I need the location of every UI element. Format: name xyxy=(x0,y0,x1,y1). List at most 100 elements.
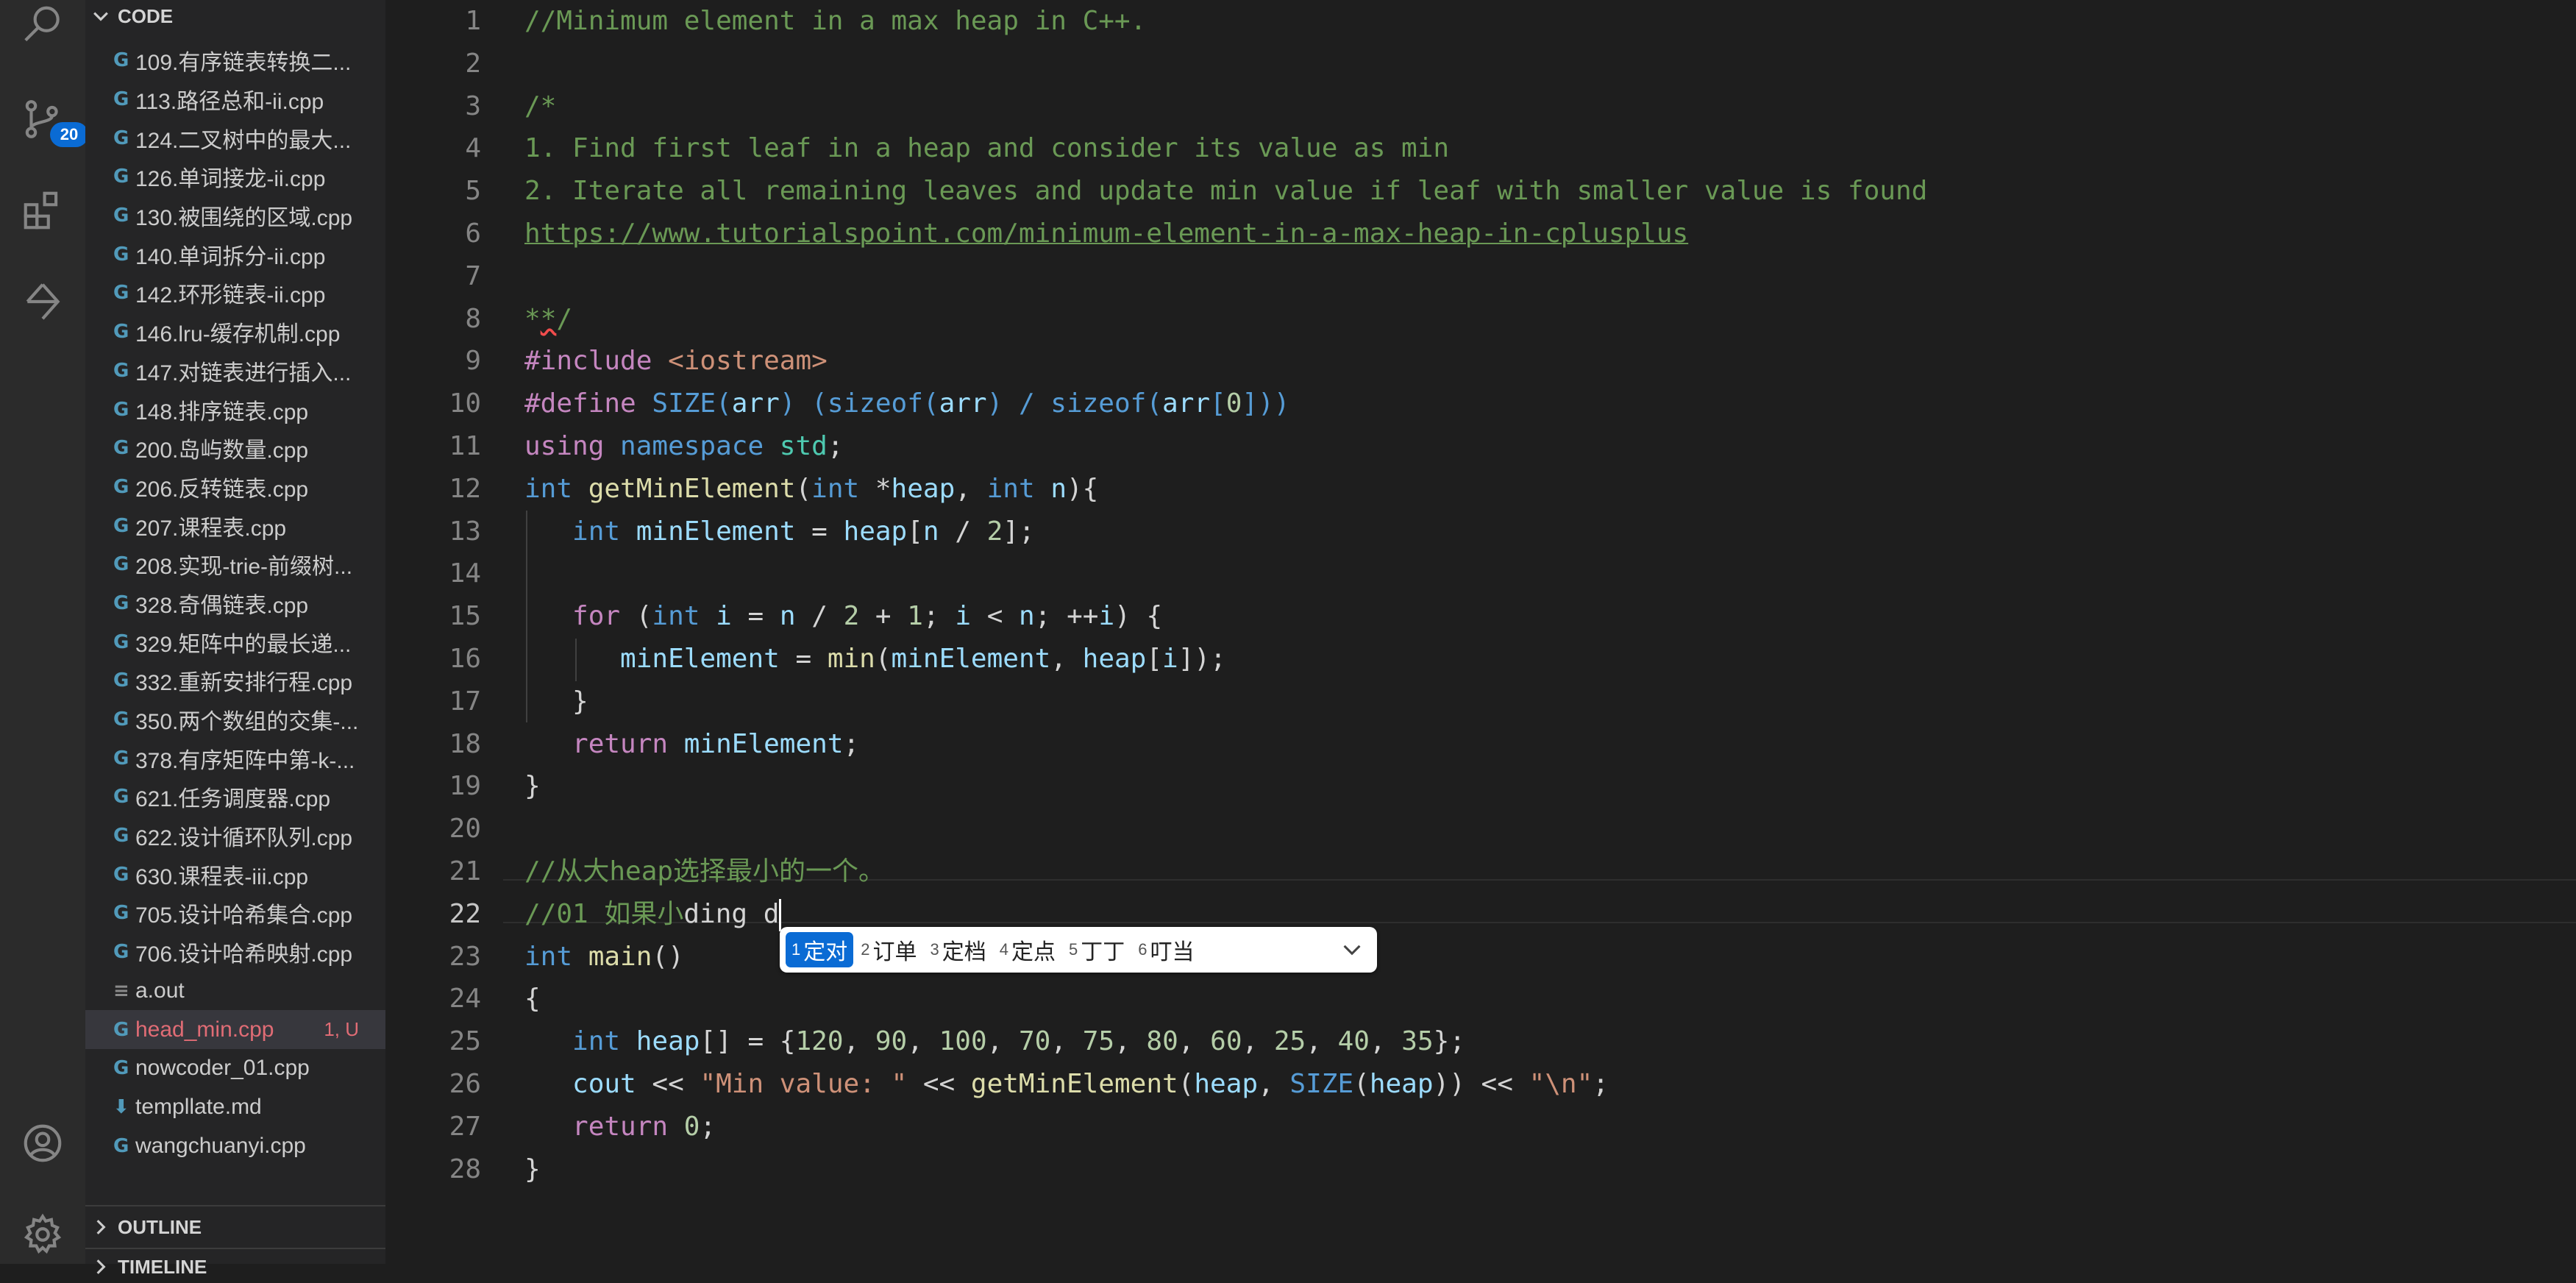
source-control-badge: 20 xyxy=(50,122,88,147)
code-line: minElement = min(minElement, heap[i]); xyxy=(524,638,1927,680)
file-item[interactable]: ⬇ templlate.md xyxy=(85,1088,385,1127)
file-item[interactable]: Ghead_min.cpp 1, U xyxy=(85,1010,385,1049)
account-icon[interactable] xyxy=(18,1118,68,1168)
ime-candidate[interactable]: 5 丁丁 xyxy=(1063,932,1131,967)
candidate-text: 叮当 xyxy=(1150,940,1195,964)
extensions-icon[interactable] xyxy=(18,185,68,235)
file-name: 124.二叉树中的最大... xyxy=(135,128,352,153)
file-item[interactable]: G 140.单词拆分-ii.cpp xyxy=(85,235,385,274)
file-item[interactable]: G 350.两个数组的交集-... xyxy=(85,700,385,739)
cpp-icon: G xyxy=(113,282,129,305)
file-item[interactable]: G 208.实现-trie-前缀树... xyxy=(85,545,385,584)
file-item[interactable]: G 124.二叉树中的最大... xyxy=(85,118,385,157)
ime-candidate[interactable]: 2 订单 xyxy=(855,932,922,967)
line-number: 27 xyxy=(449,1111,481,1142)
file-name: 630.课程表-iii.cpp xyxy=(135,864,309,889)
markdown-icon: ⬇ xyxy=(113,1095,129,1118)
candidate-text: 订单 xyxy=(872,940,917,964)
file-item[interactable]: G 332.重新安排行程.cpp xyxy=(85,661,385,700)
ime-candidate[interactable]: 4 定点 xyxy=(994,932,1061,967)
ime-candidate[interactable]: 1 定对 xyxy=(786,932,854,967)
file-item[interactable]: G 329.矩阵中的最长递... xyxy=(85,622,385,661)
code-line: cout << "Min value: " << getMinElement(h… xyxy=(524,1063,1927,1106)
outline-header[interactable]: OUTLINE xyxy=(85,1211,385,1243)
ime-candidate[interactable]: 6 叮当 xyxy=(1132,932,1200,967)
line-number: 8 xyxy=(465,303,481,334)
chevron-down-icon[interactable] xyxy=(1337,935,1367,964)
file-item[interactable]: G 207.课程表.cpp xyxy=(85,506,385,545)
file-name: 622.设计循环队列.cpp xyxy=(135,826,353,851)
file-item[interactable]: Gnowcoder_01.cpp xyxy=(85,1049,385,1088)
code-token: int xyxy=(986,473,1051,504)
code-token: [ xyxy=(1146,643,1163,674)
code-folder-header[interactable]: CODE xyxy=(85,0,385,32)
divider xyxy=(85,1248,385,1249)
line-number: 24 xyxy=(449,984,481,1014)
cpp-icon: G xyxy=(113,863,129,886)
code-token: i xyxy=(1162,643,1178,674)
remote-explorer-icon[interactable] xyxy=(18,277,68,327)
file-item[interactable]: G 378.有序矩阵中第-k-... xyxy=(85,739,385,778)
cpp-icon: G xyxy=(113,825,129,847)
timeline-header[interactable]: TIMELINE xyxy=(85,1251,385,1283)
file-item[interactable]: G 622.设计循环队列.cpp xyxy=(85,817,385,856)
code-token: return xyxy=(572,1111,684,1142)
chevron-right-icon xyxy=(96,1259,106,1274)
line-number: 2 xyxy=(465,48,481,79)
file-item[interactable]: G 206.反转链表.cpp xyxy=(85,468,385,507)
file-item[interactable]: G 130.被围绕的区域.cpp xyxy=(85,196,385,235)
code-token: , xyxy=(1258,1068,1290,1099)
file-name: 350.两个数组的交集-... xyxy=(135,710,359,735)
file-item[interactable]: Gwangchuanyi.cpp xyxy=(85,1126,385,1165)
ime-candidate[interactable]: 3 定档 xyxy=(925,932,992,967)
code-token: << xyxy=(636,1068,700,1099)
file-item[interactable]: G 142.环形链表-ii.cpp xyxy=(85,274,385,313)
line-number: 12 xyxy=(449,473,481,504)
file-item[interactable]: G 146.lru-缓存机制.cpp xyxy=(85,313,385,352)
file-name: 206.反转链表.cpp xyxy=(135,477,309,502)
search-icon[interactable] xyxy=(18,0,68,50)
code-token: , xyxy=(986,1026,1019,1057)
line-number: 7 xyxy=(465,260,481,291)
file-item[interactable]: G 328.奇偶链表.cpp xyxy=(85,584,385,623)
code-line: return minElement; xyxy=(524,723,1927,766)
file-name: 146.lru-缓存机制.cpp xyxy=(135,322,341,347)
file-item[interactable]: G 113.路径总和-ii.cpp xyxy=(85,80,385,119)
file-item[interactable]: G 705.设计哈希集合.cpp xyxy=(85,894,385,933)
chevron-right-icon xyxy=(96,1220,106,1234)
line-number: 18 xyxy=(449,728,481,759)
source-control-icon[interactable]: 20 xyxy=(18,94,88,147)
file-item[interactable]: G 200.岛屿数量.cpp xyxy=(85,429,385,468)
code-token: 35 xyxy=(1401,1026,1434,1057)
cpp-icon: G xyxy=(113,553,129,576)
code-token: std xyxy=(779,430,828,461)
code-token: #define xyxy=(524,388,652,419)
file-name: templlate.md xyxy=(135,1094,262,1119)
code-lines[interactable]: //Minimum element in a max heap in C++. /… xyxy=(524,0,1927,1190)
file-item[interactable]: G 621.任务调度器.cpp xyxy=(85,778,385,817)
code-token: + xyxy=(859,601,908,632)
code-editor[interactable]: 1 2 3 4 5 6 7 8 9 10 11 12 13 14 15 16 17 18 19 20 21 22 23 24 2… xyxy=(385,0,2576,1264)
line-number: 17 xyxy=(449,686,481,717)
code-token: } xyxy=(524,686,588,717)
code-token: ; ++ xyxy=(1034,601,1099,632)
code-token: 60 xyxy=(1210,1026,1242,1057)
file-item[interactable]: G 147.对链表进行插入... xyxy=(85,352,385,391)
line-number: 6 xyxy=(465,218,481,249)
file-item[interactable]: G 109.有序链表转换二... xyxy=(85,41,385,80)
file-lines-icon: ≡ xyxy=(113,979,129,1002)
gear-icon[interactable] xyxy=(18,1209,68,1259)
file-item[interactable]: G 706.设计哈希映射.cpp xyxy=(85,933,385,972)
file-item[interactable]: G 630.课程表-iii.cpp xyxy=(85,855,385,894)
code-token: * xyxy=(540,303,557,334)
code-token: heap xyxy=(1369,1068,1434,1099)
cpp-icon: G xyxy=(113,49,129,72)
file-item[interactable]: G 148.排序链表.cpp xyxy=(85,390,385,429)
file-item[interactable]: ≡ a.out xyxy=(85,972,385,1011)
file-item[interactable]: G 126.单词接龙-ii.cpp xyxy=(85,157,385,196)
code-token: ])) xyxy=(1242,388,1290,419)
code-token: / xyxy=(556,303,573,334)
